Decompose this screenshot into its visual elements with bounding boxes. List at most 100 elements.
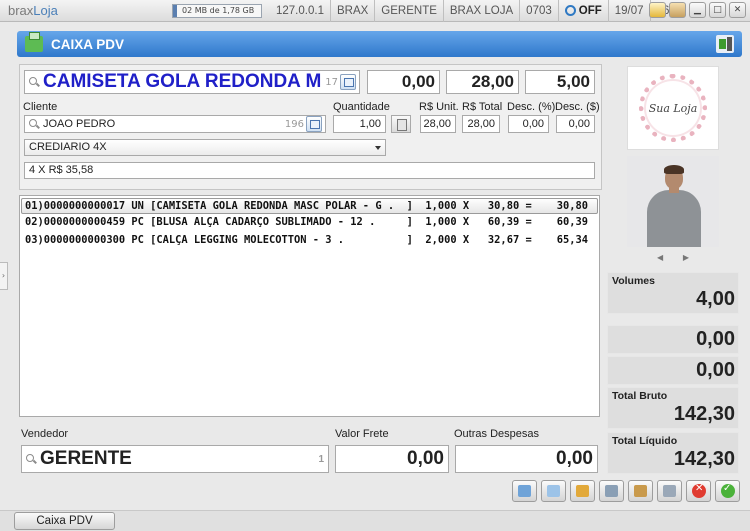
list-item[interactable]: 03)0000000000300 PC [CALÇA LEGGING MOLEC…	[20, 232, 599, 250]
store-logo: Sua Loja	[627, 66, 719, 150]
brand-right: Loja	[33, 3, 58, 18]
product-value-2: 28,00	[446, 70, 519, 94]
cash-register-icon	[25, 32, 43, 52]
flower-wreath-icon: Sua Loja	[639, 74, 707, 142]
calculator-icon	[663, 485, 676, 497]
cancel-button[interactable]	[686, 480, 711, 502]
export-button[interactable]	[512, 480, 537, 502]
discount-val-label: Desc. ($)	[555, 101, 600, 113]
list-item[interactable]: 02)0000000000459 PC [BLUSA ALÇA CADARÇO …	[20, 214, 599, 232]
vendedor-label: Vendedor	[21, 428, 69, 440]
payment-select[interactable]: CREDIARIO 4X	[24, 139, 386, 156]
minimize-icon[interactable]: ▁	[689, 2, 706, 18]
taskbar: Caixa PDV	[0, 510, 750, 531]
cliente-lookup-button[interactable]	[306, 116, 322, 132]
restore-icon[interactable]: □	[709, 2, 726, 18]
discount-pct-label: Desc. (%)	[507, 101, 556, 113]
total-value-3: 0,00	[696, 359, 735, 381]
confirm-button[interactable]	[715, 480, 740, 502]
wifi-status[interactable]: OFF	[557, 0, 608, 22]
chevron-down-icon	[375, 146, 381, 150]
total-bruto-box: Total Bruto 142,30	[607, 387, 739, 429]
total-price-label: R$ Total	[462, 101, 503, 113]
total-price-input[interactable]: 28,00	[462, 115, 500, 133]
window-header: CAIXA PDV	[17, 31, 742, 57]
vendedor-code: 1	[318, 453, 324, 465]
prev-arrow-icon[interactable]: ◀	[657, 253, 663, 262]
cart-button[interactable]	[599, 480, 624, 502]
total-box-3: 0,00	[607, 356, 739, 385]
search-icon	[26, 453, 37, 465]
taskbar-item-caixa-pdv[interactable]: Caixa PDV	[14, 512, 115, 530]
payment-selected: CREDIARIO 4X	[29, 141, 107, 153]
memory-text: 02 MB de 1,78 GB	[182, 6, 255, 15]
search-icon	[29, 118, 40, 130]
total-liquido-value: 142,30	[673, 448, 735, 470]
cancel-icon	[692, 483, 706, 498]
vendedor-name: GERENTE	[40, 448, 132, 469]
product-photo	[627, 156, 719, 247]
check-icon	[721, 483, 735, 498]
print-button[interactable]	[541, 480, 566, 502]
next-arrow-icon[interactable]: ▶	[683, 253, 689, 262]
cart-icon	[605, 485, 618, 497]
photo-nav: ◀ ▶	[657, 253, 689, 262]
brand-logo: braxLoja	[0, 3, 172, 18]
print-icon	[547, 485, 560, 497]
export-icon	[518, 485, 531, 497]
vendedor-field[interactable]: GERENTE 1	[21, 445, 329, 473]
wifi-status-text: OFF	[578, 4, 602, 17]
date: 19/07	[607, 0, 650, 22]
quantidade-label: Quantidade	[333, 101, 390, 113]
logout-icon[interactable]	[669, 2, 686, 18]
cliente-label: Cliente	[23, 101, 58, 113]
memory-meter: 02 MB de 1,78 GB	[172, 3, 262, 18]
exit-icon[interactable]	[716, 35, 734, 53]
product-value-1: 0,00	[367, 70, 440, 94]
coins-icon	[576, 485, 589, 497]
total-box-2: 0,00	[607, 325, 739, 354]
unit-price-label: R$ Unit.	[419, 101, 459, 113]
quantidade-input[interactable]: 1,00	[333, 115, 386, 133]
product-value-3: 5,00	[525, 70, 595, 94]
calc-button[interactable]	[657, 480, 682, 502]
frete-input[interactable]: 0,00	[335, 445, 449, 473]
wifi-icon	[564, 5, 576, 16]
report-button[interactable]	[628, 480, 653, 502]
product-lookup-button[interactable]	[340, 74, 356, 90]
total-liquido-label: Total Líquido	[612, 435, 678, 447]
cliente-code: 196	[284, 118, 304, 130]
side-panel-toggle[interactable]: ›	[0, 262, 8, 290]
despesas-input[interactable]: 0,00	[455, 445, 598, 473]
volumes-label: Volumes	[612, 275, 655, 287]
total-bruto-value: 142,30	[673, 403, 735, 425]
items-list[interactable]: 01)0000000000017 UN [CAMISETA GOLA REDON…	[19, 195, 600, 417]
cliente-name: JOAO PEDRO	[43, 118, 116, 130]
cliente-field[interactable]: JOAO PEDRO 196	[24, 115, 326, 133]
discount-pct-input[interactable]: 0,00	[508, 115, 549, 133]
lock-icon[interactable]	[649, 2, 666, 18]
photo-hair	[664, 165, 684, 174]
frete-label: Valor Frete	[335, 428, 389, 440]
discount-val-input[interactable]: 0,00	[556, 115, 595, 133]
window-title: CAIXA PDV	[51, 36, 125, 52]
total-liquido-box: Total Líquido 142,30	[607, 432, 739, 474]
photo-torso	[647, 190, 701, 247]
search-icon	[29, 76, 40, 88]
volumes-box: Volumes 4,00	[607, 272, 739, 314]
unit-price-input[interactable]: 28,00	[420, 115, 456, 133]
list-item[interactable]: 01)0000000000017 UN [CAMISETA GOLA REDON…	[21, 198, 598, 214]
calculator-icon[interactable]	[391, 115, 411, 133]
report-icon	[634, 485, 647, 497]
action-toolbar	[512, 480, 740, 502]
window-controls: ▁ □ ✕	[649, 2, 746, 18]
user-name: GERENTE	[374, 0, 443, 22]
total-bruto-label: Total Bruto	[612, 390, 668, 402]
product-search-field[interactable]: CAMISETA GOLA REDONDA M 17	[24, 70, 360, 94]
installments-field: 4 X R$ 35,58	[24, 162, 595, 179]
payment-button[interactable]	[570, 480, 595, 502]
close-icon[interactable]: ✕	[729, 2, 746, 18]
logo-text: Sua Loja	[648, 101, 698, 115]
store-name: BRAX LOJA	[442, 0, 519, 22]
system-bar: braxLoja 02 MB de 1,78 GB 127.0.0.1 BRAX…	[0, 0, 750, 22]
